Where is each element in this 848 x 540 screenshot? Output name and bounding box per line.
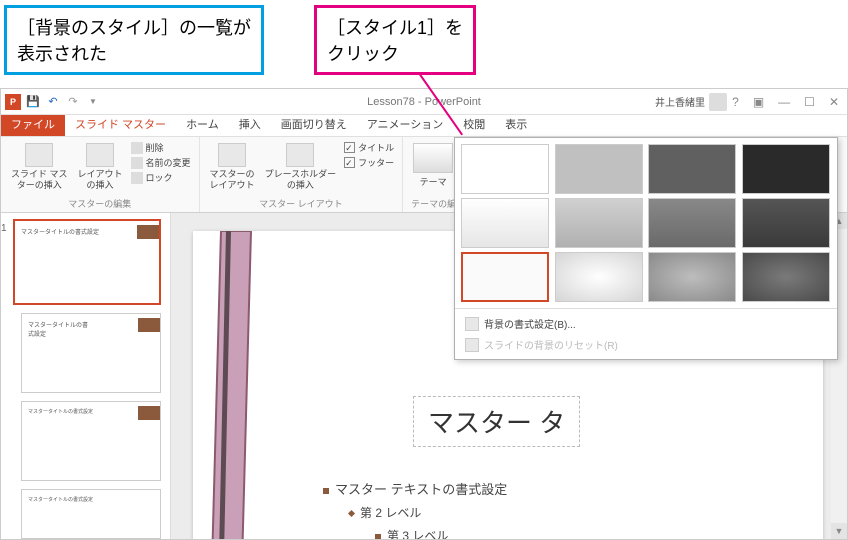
style-swatch-4[interactable] [742,144,830,194]
delete-icon [131,142,143,154]
minimize-icon[interactable]: — [774,93,794,111]
callout-blue-line1: ［背景のスタイル］の一覧が [17,14,251,40]
scroll-down-icon[interactable]: ▼ [831,523,847,539]
master-thumbnail[interactable]: 1 マスタータイトルの書式設定 [13,219,161,305]
body-level-1: マスター テキストの書式設定 [323,479,507,498]
maximize-icon[interactable]: ☐ [800,93,819,111]
layout-thumbnail[interactable]: マスタータイトルの書式設定 [21,401,161,481]
close-icon[interactable]: ✕ [825,93,843,111]
tab-view[interactable]: 表示 [495,112,537,136]
save-icon[interactable]: 💾 [25,94,41,110]
callout-blue: ［背景のスタイル］の一覧が 表示された [4,5,264,75]
ribbon-group-master-edit: スライド マス ターの挿入 レイアウト の挿入 削除 名前の変更 ロック マスタ… [1,137,200,212]
layout-thumbnail[interactable]: マスタータイトルの書式設定 [21,313,161,393]
rename-icon [131,157,143,169]
tab-animation[interactable]: アニメーション [357,112,454,136]
style-swatch-1[interactable] [461,144,549,194]
bullet-icon [375,534,381,539]
powerpoint-icon: P [5,94,21,110]
tab-insert[interactable]: 挿入 [229,112,271,136]
ribbon-tabs: ファイル スライド マスター ホーム 挿入 画面切り替え アニメーション 校閲 … [1,115,847,137]
reset-bg-icon [465,338,479,352]
thumbnail-pane[interactable]: 1 マスタータイトルの書式設定 マスタータイトルの書式設定 マスタータイトルの書… [1,213,171,539]
tab-slidemaster[interactable]: スライド マスター [65,112,176,136]
user-avatar [709,93,727,111]
slide-title-placeholder[interactable]: マスター タ [413,396,580,447]
title-checkbox[interactable]: タイトル [344,141,394,154]
theme-button[interactable]: テーマ [411,141,455,190]
style-swatch-9[interactable] [461,252,549,302]
help-icon[interactable]: ? [728,93,743,111]
thumb-decoration [137,225,159,239]
style-swatch-12[interactable] [742,252,830,302]
checkbox-icon [344,157,355,168]
insert-layout-icon [86,143,114,167]
insert-placeholder-icon [286,143,314,167]
lock-icon [131,172,143,184]
style-swatch-3[interactable] [648,144,736,194]
insert-placeholder-button[interactable]: プレースホルダー の挿入 [263,141,339,193]
style-swatch-5[interactable] [461,198,549,248]
ribbon-group-master-layout: マスターの レイアウト プレースホルダー の挿入 タイトル フッター マスター … [200,137,404,212]
lock-button[interactable]: ロック [131,171,191,184]
titlebar: P 💾 ↶ ↷ ▼ Lesson78 - PowerPoint 井上香緒里 ? … [1,89,847,115]
rename-button[interactable]: 名前の変更 [131,156,191,169]
qat-dropdown-icon[interactable]: ▼ [85,94,101,110]
user-area[interactable]: 井上香緒里 [655,93,727,111]
style-grid [455,138,837,308]
callout-pink-line1: ［スタイル1］を [327,14,463,40]
footer-checkbox[interactable]: フッター [344,156,394,169]
style-swatch-2[interactable] [555,144,643,194]
callout-blue-line2: 表示された [17,40,251,66]
background-style-dropdown: 背景の書式設定(B)... スライドの背景のリセット(R) [454,137,838,360]
style-swatch-11[interactable] [648,252,736,302]
tab-home[interactable]: ホーム [176,112,229,136]
insert-slide-master-button[interactable]: スライド マス ターの挿入 [9,141,70,193]
master-layout-icon [218,143,246,167]
body-level-2: 第 2 レベル [349,504,507,521]
master-layout-button[interactable]: マスターの レイアウト [208,141,257,193]
style-swatch-8[interactable] [742,198,830,248]
delete-button[interactable]: 削除 [131,141,191,154]
checkbox-icon [344,142,355,153]
format-bg-icon [465,317,479,331]
style-swatch-10[interactable] [555,252,643,302]
bullet-icon [348,510,355,517]
insert-layout-button[interactable]: レイアウト の挿入 [76,141,125,193]
insert-slide-master-icon [25,143,53,167]
redo-icon[interactable]: ↷ [65,94,81,110]
bullet-icon [323,488,329,494]
reset-background-item: スライドの背景のリセット(R) [461,334,831,355]
undo-icon[interactable]: ↶ [45,94,61,110]
callout-pink-line2: クリック [327,40,463,66]
group-label-master-layout: マスター レイアウト [208,197,395,210]
user-name: 井上香緒里 [655,94,705,109]
thumb-number: 1 [1,223,7,234]
dropdown-footer: 背景の書式設定(B)... スライドの背景のリセット(R) [455,308,837,359]
callout-pink: ［スタイル1］を クリック [314,5,476,75]
format-background-item[interactable]: 背景の書式設定(B)... [461,313,831,334]
style-swatch-7[interactable] [648,198,736,248]
tab-file[interactable]: ファイル [1,112,65,136]
style-swatch-6[interactable] [555,198,643,248]
slide-ribbon-decoration [201,231,261,539]
slide-body-placeholder[interactable]: マスター テキストの書式設定 第 2 レベル 第 3 レベル 第 4 レベル 第… [323,479,507,539]
body-level-3: 第 3 レベル [375,527,507,539]
layout-thumbnail[interactable]: マスタータイトルの書式設定 [21,489,161,539]
window-title: Lesson78 - PowerPoint [367,96,481,108]
tab-transition[interactable]: 画面切り替え [271,112,357,136]
ribbon-options-icon[interactable]: ▣ [749,93,768,111]
group-label-master-edit: マスターの編集 [9,197,191,210]
window-controls: ? ▣ — ☐ ✕ [728,93,843,111]
quick-access-toolbar: P 💾 ↶ ↷ ▼ [1,94,101,110]
theme-thumb-icon [413,143,453,173]
